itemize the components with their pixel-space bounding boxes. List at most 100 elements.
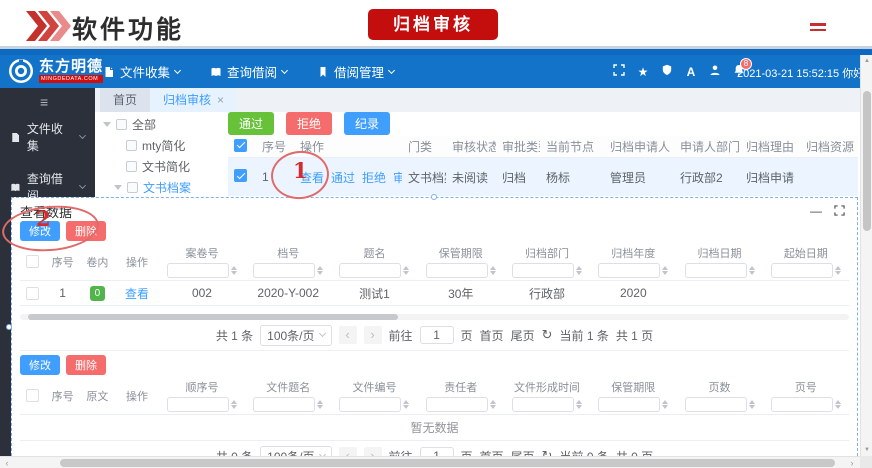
approve-link[interactable]: 通过 — [331, 171, 355, 185]
filter-input[interactable] — [685, 397, 747, 412]
inner-count-badge[interactable]: 0 — [90, 286, 105, 301]
reject-button[interactable]: 拒绝 — [286, 112, 332, 135]
main-content: 首页 归档审核 × 全部 mty简化 文书简化 文书档案 文书卷内 通过 拒绝 … — [95, 88, 860, 197]
font-size-icon[interactable]: A — [684, 65, 698, 79]
shield-icon[interactable] — [660, 64, 674, 79]
sort-icon[interactable] — [231, 266, 237, 275]
tree-node-wenshu-jianhua[interactable]: 文书简化 — [103, 156, 228, 177]
sort-icon[interactable] — [231, 400, 237, 409]
next-page-button[interactable]: › — [364, 326, 382, 344]
review-record-link[interactable]: 审核记录 — [393, 171, 402, 185]
last-page-link[interactable]: 尾页 — [511, 327, 535, 344]
horizontal-scrollbar: ‹ › — [0, 456, 872, 468]
delete-button[interactable]: 删除 — [66, 355, 106, 375]
filter-input[interactable] — [598, 397, 660, 412]
select-all-checkbox[interactable] — [26, 255, 39, 268]
refresh-icon[interactable]: ↻ — [542, 327, 553, 343]
filter-input[interactable] — [339, 397, 401, 412]
edit-button[interactable]: 修改 — [20, 355, 60, 375]
filter-input[interactable] — [685, 263, 747, 278]
filter-column: 归档日期 — [676, 243, 762, 280]
filter-input[interactable] — [167, 397, 229, 412]
tab-archive-review[interactable]: 归档审核 × — [150, 88, 237, 112]
sort-icon[interactable] — [749, 266, 755, 275]
filter-column: 题名 — [331, 243, 417, 280]
filter-input[interactable] — [771, 263, 833, 278]
sort-icon[interactable] — [317, 266, 323, 275]
record-button[interactable]: 纪录 — [344, 112, 390, 135]
document-table-header: 序号 原文 操作 顺序号 文件题名 文件编号 责任者 文件形成时间 保管期限 页… — [20, 377, 849, 415]
prev-page-button[interactable]: ‹ — [339, 326, 357, 344]
scroll-down-arrow[interactable]: ▼ — [861, 447, 872, 453]
sort-icon[interactable] — [490, 266, 496, 275]
view-link[interactable]: 查看 — [300, 171, 324, 185]
tree-node-mty[interactable]: mty简化 — [103, 135, 228, 156]
select-all-checkbox[interactable] — [26, 389, 39, 402]
scrollbar-thumb[interactable] — [60, 459, 835, 467]
close-tab-icon[interactable]: × — [217, 88, 224, 112]
logo-subtitle: MINGDEDATA.COM — [39, 75, 103, 83]
caret-down-icon[interactable] — [103, 122, 111, 127]
fullscreen-icon[interactable] — [612, 64, 626, 79]
cell-title: 测试1 — [331, 285, 417, 302]
row-checkbox[interactable] — [26, 287, 39, 300]
page-input[interactable] — [420, 326, 454, 344]
sort-icon[interactable] — [835, 266, 841, 275]
filter-input[interactable] — [339, 263, 401, 278]
sort-icon[interactable] — [403, 266, 409, 275]
filter-input[interactable] — [512, 263, 574, 278]
filter-input[interactable] — [253, 263, 315, 278]
tab-home[interactable]: 首页 — [100, 88, 150, 112]
tree-node-wenshu-dangan[interactable]: 文书档案 — [103, 177, 228, 198]
filter-input[interactable] — [253, 397, 315, 412]
filter-column: 保管期限 — [418, 243, 504, 280]
filter-input[interactable] — [771, 397, 833, 412]
column-header: 归档申请人 — [604, 138, 674, 155]
app-logo[interactable]: 东方明德 MINGDEDATA.COM — [8, 58, 103, 84]
caret-down-icon[interactable] — [114, 185, 122, 190]
edit-button[interactable]: 修改 — [20, 221, 60, 241]
select-all-checkbox[interactable] — [234, 139, 247, 152]
tree-node-root[interactable]: 全部 — [103, 114, 228, 135]
filter-input[interactable] — [167, 263, 229, 278]
minimize-icon[interactable]: — — [810, 206, 822, 216]
sort-icon[interactable] — [490, 400, 496, 409]
scrollbar-thumb[interactable] — [863, 91, 871, 231]
sort-icon[interactable] — [403, 400, 409, 409]
tree-node-icon — [116, 119, 127, 130]
maximize-icon[interactable] — [834, 205, 845, 216]
sort-icon[interactable] — [662, 266, 668, 275]
selection-handle — [6, 324, 12, 330]
view-link[interactable]: 查看 — [125, 285, 149, 302]
user-icon[interactable] — [708, 64, 722, 79]
filter-input[interactable] — [426, 263, 488, 278]
filter-input[interactable] — [426, 397, 488, 412]
scroll-left-arrow[interactable]: ‹ — [1, 457, 13, 468]
sort-icon[interactable] — [662, 400, 668, 409]
tree-node-icon — [127, 182, 138, 193]
sort-icon[interactable] — [317, 400, 323, 409]
row-checkbox[interactable] — [234, 169, 247, 182]
sort-icon[interactable] — [576, 266, 582, 275]
star-icon[interactable]: ★ — [636, 65, 650, 79]
book-icon — [210, 66, 222, 78]
nav-item-file-collect[interactable]: 文件收集 — [103, 62, 180, 81]
scrollbar-thumb[interactable] — [28, 314, 398, 320]
page-size-select[interactable]: 100条/页 — [260, 325, 331, 346]
sort-icon[interactable] — [835, 400, 841, 409]
first-page-link[interactable]: 首页 — [480, 327, 504, 344]
filter-input[interactable] — [598, 263, 660, 278]
scroll-up-arrow[interactable]: ▲ — [861, 58, 872, 64]
delete-button[interactable]: 删除 — [66, 221, 106, 241]
scroll-right-arrow[interactable]: › — [846, 457, 858, 468]
nav-item-borrow-manage[interactable]: 借阅管理 — [317, 62, 394, 81]
collapse-menu-icon[interactable]: ≡ — [40, 94, 48, 110]
approve-button[interactable]: 通过 — [228, 112, 274, 135]
sort-icon[interactable] — [576, 400, 582, 409]
nav-item-query-borrow[interactable]: 查询借阅 — [210, 62, 287, 81]
sort-icon[interactable] — [749, 400, 755, 409]
sidebar-item-file-collect[interactable]: 文件收集 — [0, 112, 95, 162]
cell-department: 行政部2 — [674, 169, 740, 186]
filter-input[interactable] — [512, 397, 574, 412]
reject-link[interactable]: 拒绝 — [362, 171, 386, 185]
